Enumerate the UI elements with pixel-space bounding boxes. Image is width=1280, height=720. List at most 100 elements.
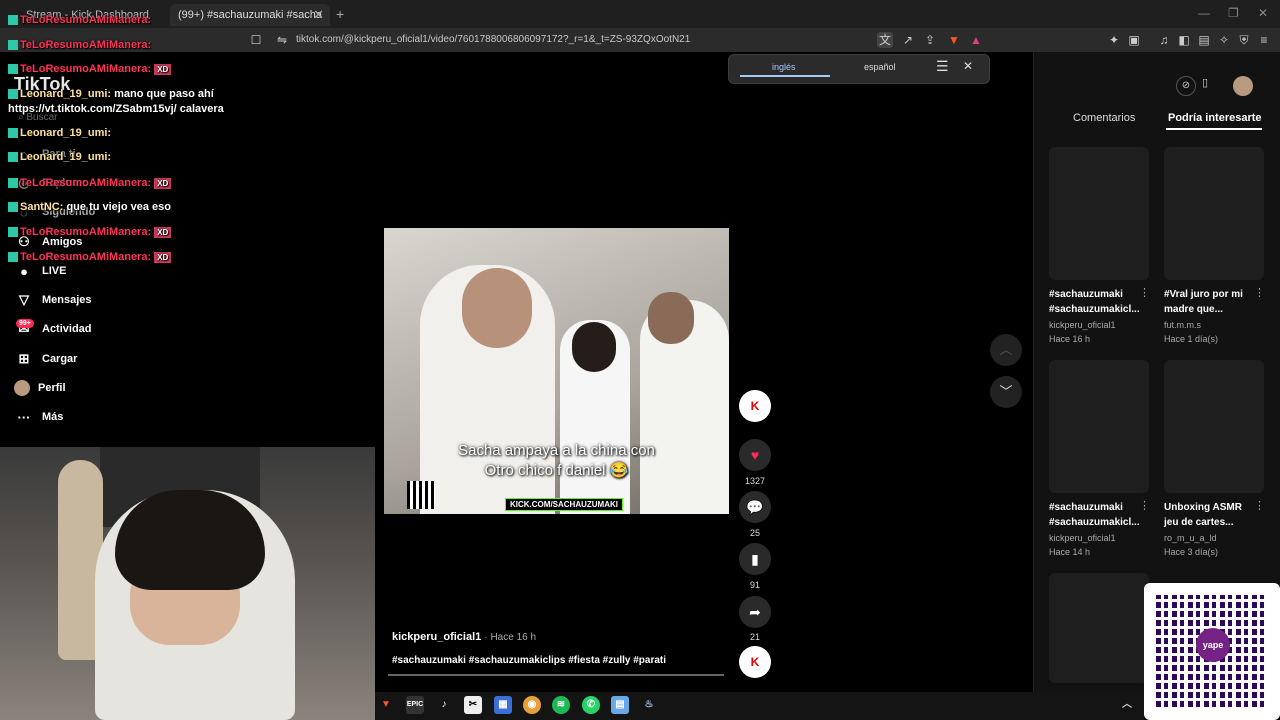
translate-close-icon[interactable]: ✕ xyxy=(963,59,973,73)
title-line: madre que... xyxy=(1164,304,1223,315)
brave-shield-icon[interactable]: ▼ xyxy=(946,32,962,48)
suggested-date: Hace 3 día(s) xyxy=(1164,547,1219,557)
lang-source-tab[interactable]: inglés xyxy=(772,62,796,72)
user-avatar[interactable] xyxy=(1233,76,1253,96)
chevron-down-icon[interactable]: ﹀ xyxy=(990,376,1022,408)
suggested-user[interactable]: kickperu_oficial1 xyxy=(1049,320,1116,330)
comment-icon[interactable]: 💬 xyxy=(739,491,771,523)
maximize-icon[interactable]: ❐ xyxy=(1228,6,1239,20)
brave-rewards-icon[interactable]: ▲ xyxy=(968,32,984,48)
translate-menu-icon[interactable]: ☰ xyxy=(936,58,949,75)
tray-chevron-icon[interactable]: ︿ xyxy=(1118,696,1136,714)
screenshot-icon[interactable]: ▣ xyxy=(1126,32,1142,48)
sidebar-icon[interactable]: ◧ xyxy=(1176,32,1192,48)
suggested-user[interactable]: kickperu_oficial1 xyxy=(1049,533,1116,543)
tab-underline xyxy=(1166,128,1262,130)
chat-username: Leonard_19_umi: xyxy=(20,88,112,100)
like-count: 1327 xyxy=(744,476,766,486)
tiktok-taskbar-icon[interactable]: ♪ xyxy=(435,696,453,714)
suggested-date: Hace 14 h xyxy=(1049,547,1091,557)
chevron-up-icon[interactable]: ︿ xyxy=(990,334,1022,366)
caption-line: Otro chico f daniel 😂 xyxy=(484,462,629,479)
suggested-thumbnail[interactable] xyxy=(1049,573,1149,683)
media-icon[interactable]: ♫ xyxy=(1156,32,1172,48)
suggested-thumbnail[interactable] xyxy=(1049,360,1149,493)
chat-emote: XD xyxy=(154,251,172,263)
brave-taskbar-icon[interactable]: ▼ xyxy=(377,696,395,714)
chat-message: TeLoResumoAMiManera: XD xyxy=(8,251,172,263)
steam-icon[interactable]: ♨ xyxy=(640,696,658,714)
suggested-title[interactable]: #sachauzumaki #sachauzumakicl... xyxy=(1049,500,1141,530)
spotify-icon[interactable]: ≋ xyxy=(552,696,570,714)
video-author[interactable]: kickperu_oficial1 · Hace 16 h xyxy=(392,631,536,643)
video-watermark: KICK.COM/SACHAUZUMAKI xyxy=(505,498,623,511)
tab-comentarios[interactable]: Comentarios xyxy=(1073,112,1135,124)
share-arrow-icon[interactable]: ➦ xyxy=(739,596,771,628)
nav-mensajes[interactable]: ▽ Mensajes xyxy=(14,289,92,311)
wallet-icon[interactable]: ▤ xyxy=(1196,32,1212,48)
site-info-icon[interactable]: ⇋ xyxy=(274,32,290,48)
close-tab-icon[interactable]: ✕ xyxy=(313,7,324,23)
bookmark-save-icon[interactable]: ▮ xyxy=(739,543,771,575)
chat-badge-icon xyxy=(8,128,18,139)
tab-podria-interesarte[interactable]: Podría interesarte xyxy=(1168,112,1262,124)
more-options-icon[interactable]: ⋮ xyxy=(1254,499,1265,512)
new-tab-button[interactable]: + xyxy=(336,6,344,22)
suggested-user[interactable]: ro_m_u_a_ld xyxy=(1164,533,1217,543)
chat-text: mano que paso ahí xyxy=(114,88,214,100)
suggested-thumbnail[interactable] xyxy=(1049,147,1149,280)
translate-popup xyxy=(728,54,990,84)
author-name[interactable]: kickperu_oficial1 xyxy=(392,631,481,643)
video-progress-bar[interactable] xyxy=(388,674,724,676)
more-options-icon[interactable]: ⋮ xyxy=(1139,286,1150,299)
vpn-icon[interactable]: ⛨ xyxy=(1236,32,1252,48)
chat-username: SantNC: xyxy=(20,201,64,213)
chat-message: TeLoResumoAMiManera: xyxy=(8,39,151,51)
nav-mas[interactable]: ··· Más xyxy=(14,406,64,428)
bookmark-icon[interactable]: ☐ xyxy=(248,32,264,48)
more-options-icon[interactable]: ⋮ xyxy=(1254,286,1265,299)
notepad-icon[interactable]: ▤ xyxy=(611,696,629,714)
leo-icon[interactable]: ✧ xyxy=(1216,32,1232,48)
capcut-icon[interactable]: ✂ xyxy=(464,696,482,714)
nav-perfil[interactable]: Perfil xyxy=(14,377,66,399)
suggested-title[interactable]: #sachauzumaki #sachauzumakicl... xyxy=(1049,287,1141,317)
whatsapp-icon[interactable]: ✆ xyxy=(582,696,600,714)
chat-message: TeLoResumoAMiManera: XD xyxy=(8,226,172,238)
tab-tiktok[interactable]: (99+) #sachauzumaki #sacha ✕ xyxy=(170,4,330,26)
calculator-icon[interactable]: ▦ xyxy=(494,696,512,714)
chat-text: https://vt.tiktok.com/ZSabm15vj/ calaver… xyxy=(8,103,224,115)
suggested-title[interactable]: #Vral juro por mi madre que... xyxy=(1164,287,1256,317)
extensions-icon[interactable]: ✦ xyxy=(1106,32,1122,48)
yape-logo: yape xyxy=(1196,628,1230,662)
more-options-icon[interactable]: ⋮ xyxy=(1139,499,1150,512)
like-icon[interactable]: ♥ xyxy=(739,439,771,471)
suggested-thumbnail[interactable] xyxy=(1164,147,1264,280)
coins-icon[interactable]: ⊘ xyxy=(1176,76,1196,96)
close-window-icon[interactable]: ✕ xyxy=(1258,6,1268,20)
caption-line: Sacha ampaya a la china con xyxy=(458,442,655,459)
suggested-user[interactable]: fut.m.m.s xyxy=(1164,320,1201,330)
chrome-icon[interactable]: ◉ xyxy=(523,696,541,714)
author-avatar[interactable]: K xyxy=(739,390,771,422)
share-icon[interactable]: ⇪ xyxy=(922,32,938,48)
minimize-icon[interactable]: — xyxy=(1198,6,1210,20)
epic-games-icon[interactable]: EPIC xyxy=(406,696,424,714)
suggested-title[interactable]: Unboxing ASMR jeu de cartes... xyxy=(1164,500,1256,530)
video-caption: Sacha ampaya a la china con Otro chico f … xyxy=(384,441,729,481)
chat-badge-icon xyxy=(8,252,18,263)
chat-message: Leonard_19_umi: mano que paso ahí xyxy=(8,88,214,100)
chat-emote: XD xyxy=(154,226,172,238)
menu-icon[interactable]: ≡ xyxy=(1256,32,1272,48)
lang-target-tab[interactable]: español xyxy=(864,62,896,72)
open-external-icon[interactable]: ↗ xyxy=(900,32,916,48)
device-icon[interactable]: ▯ xyxy=(1202,76,1218,96)
video-hashtags[interactable]: #sachauzumaki #sachauzumakiclips #fiesta… xyxy=(392,655,666,666)
tab-title: (99+) #sachauzumaki #sacha xyxy=(178,9,322,21)
url-field[interactable]: tiktok.com/@kickperu_oficial1/video/7601… xyxy=(296,34,690,45)
nav-cargar[interactable]: ⊞ Cargar xyxy=(14,348,78,370)
translate-icon[interactable]: 文 xyxy=(877,32,893,48)
music-disc[interactable]: K xyxy=(739,646,771,678)
nav-live[interactable]: ● LIVE xyxy=(14,260,66,282)
suggested-thumbnail[interactable] xyxy=(1164,360,1264,493)
